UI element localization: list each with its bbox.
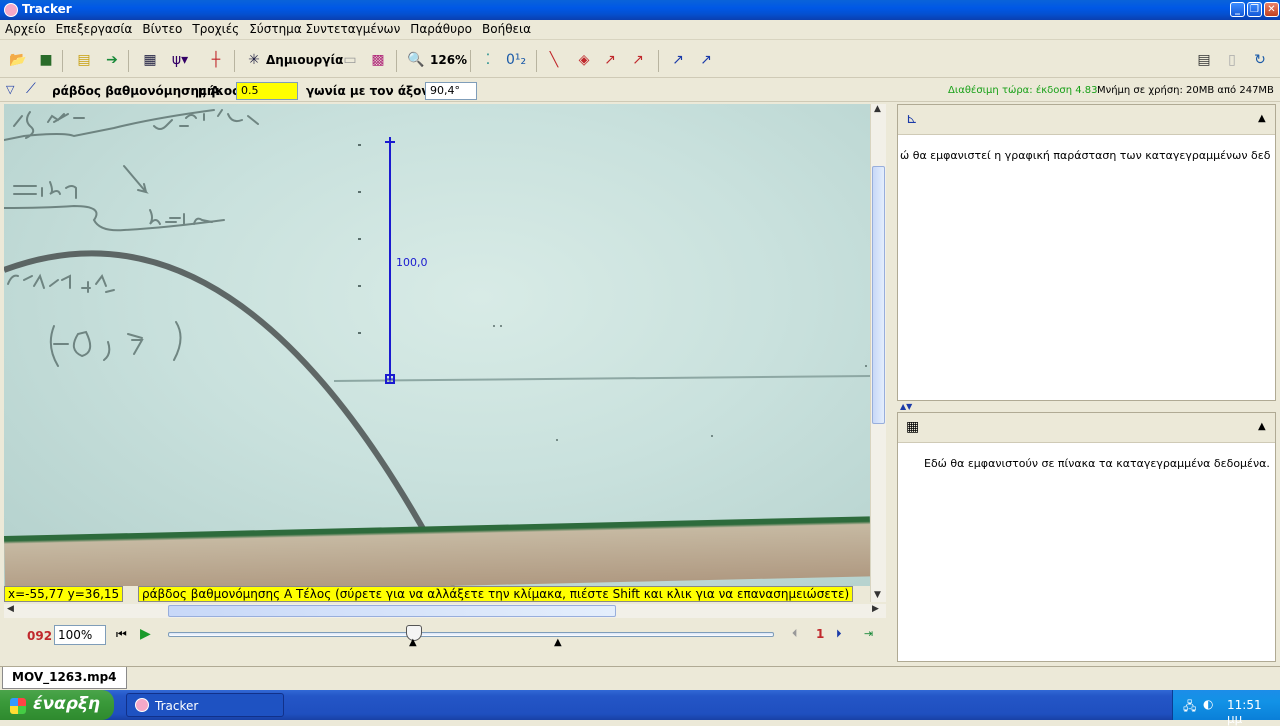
video-tab-strip: MOV_1263.mp4: [0, 666, 1280, 689]
autotracker-icon[interactable]: ▩: [368, 50, 388, 70]
video-view[interactable]: 100,0: [4, 104, 870, 586]
labels-icon[interactable]: 0¹₂: [506, 50, 526, 70]
clip-settings-icon[interactable]: ▦: [140, 50, 160, 70]
update-notice[interactable]: Διαθέσιμη τώρα: έκδοση 4.83: [948, 85, 1097, 96]
table-placeholder: Εδώ θα εμφανιστούν σε πίνακα τα καταγεγρ…: [924, 457, 1270, 470]
video-horizontal-scrollbar[interactable]: ◀ ▶: [4, 604, 886, 618]
plot-placeholder: ώ θα εμφανιστεί η γραφική παράσταση των …: [900, 149, 1270, 162]
network-icon[interactable]: 🖧: [1183, 697, 1196, 718]
length-label: μήκος: [198, 84, 240, 98]
path-icon[interactable]: ╲: [544, 50, 564, 70]
calibration-stick[interactable]: [4, 104, 870, 586]
windows-taskbar: έναρξη Tracker 🖧 ◐ 11:51 μμ: [0, 690, 1280, 726]
menu-help[interactable]: Βοήθεια: [477, 20, 536, 40]
split-arrows-icon[interactable]: ▲▼: [900, 402, 912, 411]
start-button[interactable]: έναρξη: [0, 690, 114, 720]
video-tab[interactable]: MOV_1263.mp4: [2, 667, 127, 689]
tracker-app-icon: [135, 698, 149, 712]
open-video-icon[interactable]: ▤: [74, 50, 94, 70]
menu-bar: Αρχείο Επεξεργασία Βίντεο Τροχιές Σύστημα Συ…: [0, 20, 1280, 40]
frame-slider[interactable]: [168, 632, 774, 637]
create-track-icon[interactable]: ✳: [244, 50, 264, 70]
step-size[interactable]: 1: [816, 627, 824, 641]
menu-file[interactable]: Αρχείο: [0, 20, 51, 40]
tracker-app-icon: [4, 3, 18, 17]
menu-tracks[interactable]: Τροχιές: [187, 20, 244, 40]
menu-video[interactable]: Βίντεο: [137, 20, 187, 40]
end-marker-icon[interactable]: ▲: [554, 637, 562, 648]
maximize-table-icon[interactable]: ▲: [1258, 421, 1266, 432]
acceleration-icon[interactable]: ↗: [628, 50, 648, 70]
create-track-button[interactable]: Δημιουργία: [266, 53, 343, 67]
track-name[interactable]: ράβδος βαθμονόμησης Α: [52, 84, 220, 98]
windows-logo-icon: [10, 698, 26, 714]
plot-panel: ⊾ ▲ ώ θα εμφανιστεί η γραφική παράσταση …: [897, 104, 1276, 401]
position-icon[interactable]: ◈: [574, 50, 594, 70]
plot-icon[interactable]: ⊾: [906, 111, 918, 127]
trails-icon[interactable]: ⁚: [478, 50, 498, 70]
vector-x1-icon[interactable]: ↗: [668, 50, 688, 70]
length-field[interactable]: 0.5: [236, 82, 298, 100]
stick-length-label: 100,0: [396, 256, 428, 269]
ruler-icon[interactable]: ▭: [340, 50, 360, 70]
memory-usage: Μνήμη σε χρήση: 20MB από 247MB: [1097, 85, 1274, 96]
main-toolbar: 📂 ■ ▤ ➔ ▦ ψ▾ ┼ ✳ Δημιουργία ▭ ▩ 🔍 126% ⁚…: [0, 44, 1280, 78]
step-back-button[interactable]: ⏴: [792, 627, 798, 641]
menu-edit[interactable]: Επεξεργασία: [51, 20, 138, 40]
calibration-tools-icon[interactable]: ψ▾: [170, 50, 190, 70]
vector-xm-icon[interactable]: ↗: [696, 50, 716, 70]
maximize-plot-icon[interactable]: ▲: [1258, 113, 1266, 124]
notes-icon[interactable]: ▤: [1194, 50, 1214, 70]
track-control-bar: ▽ ⟋ ράβδος βαθμονόμησης Α μήκος 0.5 γωνί…: [0, 80, 1280, 102]
clock[interactable]: 11:51 μμ: [1227, 698, 1280, 726]
refresh-icon[interactable]: ↻: [1250, 50, 1270, 70]
zoom-icon[interactable]: 🔍: [406, 50, 426, 70]
system-tray: 🖧 ◐ 11:51 μμ: [1172, 690, 1280, 726]
status-message: ράβδος βαθμονόμησης Α Τέλος (σύρετε για …: [138, 586, 854, 602]
velocity-icon[interactable]: ↗: [600, 50, 620, 70]
angle-field[interactable]: 90,4°: [425, 82, 477, 100]
close-button[interactable]: ✕: [1264, 2, 1279, 17]
play-button[interactable]: ▶: [140, 626, 151, 642]
minimize-button[interactable]: _: [1230, 2, 1245, 17]
maximize-button[interactable]: ❐: [1247, 2, 1262, 17]
import-icon[interactable]: ➔: [102, 50, 122, 70]
cursor-coordinates: x=-55,77 y=36,15: [4, 586, 124, 602]
loop-button[interactable]: ⇥: [864, 627, 873, 640]
calibration-stick-icon: ⟋: [26, 81, 36, 97]
table-panel: ▦ ▲ Εδώ θα εμφανιστούν σε πίνακα τα κατα…: [897, 412, 1276, 662]
player-bar: 092 100% ⏮ ▶ ▲ ▲ ⏴ 1 ⏵ ⇥: [4, 620, 886, 652]
start-marker-icon[interactable]: ▲: [409, 637, 417, 648]
save-icon[interactable]: ■: [36, 50, 56, 70]
menu-window[interactable]: Παράθυρο: [405, 20, 477, 40]
window-title: Tracker: [22, 2, 72, 16]
page-icon[interactable]: ▯: [1222, 50, 1242, 70]
reset-button[interactable]: ⏮: [116, 627, 127, 642]
open-folder-icon[interactable]: 📂: [8, 50, 28, 70]
step-forward-button[interactable]: ⏵: [836, 627, 842, 641]
video-vertical-scrollbar[interactable]: ▲ ▼: [870, 104, 886, 602]
track-menu-chevron-icon[interactable]: ▽: [6, 83, 14, 96]
zoom-level[interactable]: 126%: [430, 53, 467, 67]
title-bar: Tracker _ ❐ ✕: [0, 0, 1280, 20]
playback-rate-field[interactable]: 100%: [54, 625, 106, 645]
axes-icon[interactable]: ┼: [206, 50, 226, 70]
table-icon[interactable]: ▦: [906, 419, 919, 435]
frame-number[interactable]: 092: [27, 629, 52, 643]
menu-coordinate-system[interactable]: Σύστημα Συντεταγμένων: [244, 20, 405, 40]
taskbar-tracker-item[interactable]: Tracker: [126, 693, 284, 717]
volume-icon[interactable]: ◐: [1203, 697, 1213, 711]
